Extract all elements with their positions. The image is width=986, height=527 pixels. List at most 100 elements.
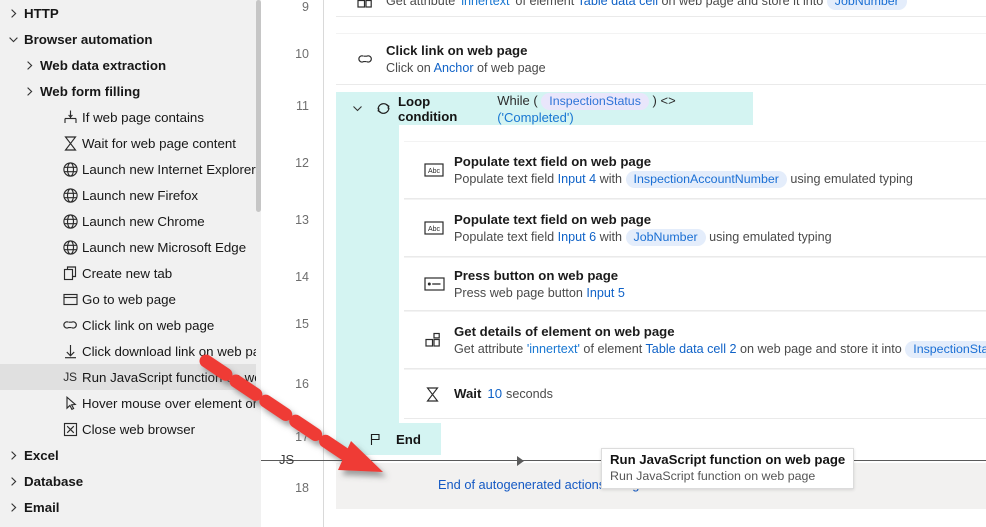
- chevron-right-icon[interactable]: [2, 502, 24, 513]
- sidebar-item-web-data-extraction[interactable]: Web data extraction: [0, 52, 261, 78]
- sidebar-item-run-javascript-function-on-web[interactable]: JSRun JavaScript function on web…: [0, 364, 261, 390]
- sidebar-item-launch-new-chrome[interactable]: Launch new Chrome: [0, 208, 261, 234]
- loop-title: Loop condition: [398, 94, 492, 124]
- drag-drop-caret-icon: [516, 455, 528, 470]
- variable-chip[interactable]: JobNumber: [626, 229, 706, 246]
- loop-condition-variable[interactable]: InspectionStatus: [541, 93, 649, 110]
- wait-duration-unit: seconds: [506, 387, 553, 401]
- chevron-right-icon[interactable]: [2, 8, 24, 19]
- loop-condition-header[interactable]: Loop condition While ( InspectionStatus …: [336, 92, 753, 125]
- chevron-right-icon[interactable]: [18, 60, 40, 71]
- action-title: Populate text field on web page: [454, 153, 986, 170]
- variable-chip[interactable]: InspectionStatus: [905, 341, 986, 358]
- element-link[interactable]: Input 6: [558, 230, 597, 244]
- chevron-right-icon[interactable]: [2, 476, 24, 487]
- sidebar-item-click-download-link-on-web-page[interactable]: Click download link on web page: [0, 338, 261, 364]
- action-row[interactable]: AbcPopulate text field on web pagePopula…: [404, 199, 986, 257]
- sidebar-item-label: Launch new Firefox: [82, 188, 198, 203]
- press-button-icon: [424, 277, 454, 291]
- loop-condition-operator: ) <>: [653, 93, 676, 108]
- drag-tooltip-title: Run JavaScript function on web page: [610, 452, 845, 468]
- abc-icon: Abc: [424, 221, 454, 235]
- sidebar-item-database[interactable]: Database: [0, 468, 261, 494]
- desc-text: using emulated typing: [787, 172, 913, 186]
- sidebar-item-label: Web data extraction: [40, 58, 166, 73]
- chevron-right-icon[interactable]: [18, 86, 40, 97]
- sidebar-item-web-form-filling[interactable]: Web form filling: [0, 78, 261, 104]
- action-title-text: Press button on web page: [454, 268, 618, 283]
- sidebar-item-hover-mouse-over-element-on[interactable]: Hover mouse over element on…: [0, 390, 261, 416]
- action-row[interactable]: Get attribute 'innertext' of element Tab…: [336, 0, 986, 17]
- desc-text: of web page: [474, 61, 546, 75]
- sidebar-item-wait-for-web-page-content[interactable]: Wait for web page content: [0, 130, 261, 156]
- element-link[interactable]: Input 4: [558, 172, 597, 186]
- chevron-down-icon[interactable]: [346, 103, 368, 114]
- flow-workspace[interactable]: 9101112131415161718 Loop condition: [261, 0, 986, 527]
- wait-duration-value[interactable]: 10: [487, 386, 502, 401]
- loop-icon: [368, 100, 398, 117]
- desc-text: of element: [580, 342, 646, 356]
- sidebar-item-go-to-web-page[interactable]: Go to web page: [0, 286, 261, 312]
- sidebar-item-excel[interactable]: Excel: [0, 442, 261, 468]
- sidebar-item-label: Create new tab: [82, 266, 172, 281]
- element-link[interactable]: Anchor: [434, 61, 474, 75]
- window-icon: [58, 291, 82, 308]
- action-body: Populate text field on web pagePopulate …: [454, 211, 986, 246]
- element-link[interactable]: Input 5: [586, 286, 625, 300]
- loop-condition-expression: While ( InspectionStatus ) <> ('Complete…: [497, 93, 753, 125]
- action-row[interactable]: AbcPopulate text field on web pagePopula…: [404, 141, 986, 199]
- sidebar-item-label: Launch new Chrome: [82, 214, 205, 229]
- hourglass-icon: [58, 135, 82, 152]
- element-link[interactable]: Table data cell: [578, 0, 659, 8]
- sidebar-item-label: Close web browser: [82, 422, 195, 437]
- variable-chip[interactable]: JobNumber: [827, 0, 907, 10]
- variable-chip[interactable]: InspectionAccountNumber: [626, 171, 787, 188]
- sidebar-item-browser-automation[interactable]: Browser automation: [0, 26, 261, 52]
- sidebar-item-launch-new-microsoft-edge[interactable]: Launch new Microsoft Edge: [0, 234, 261, 260]
- chevron-right-icon[interactable]: [2, 450, 24, 461]
- action-row[interactable]: Wait10seconds: [404, 369, 986, 419]
- desc-text: Click on: [386, 61, 434, 75]
- svg-text:Abc: Abc: [428, 168, 441, 175]
- desc-text: using emulated typing: [706, 230, 832, 244]
- sidebar-item-http[interactable]: HTTP: [0, 0, 261, 26]
- sidebar-item-create-new-tab[interactable]: Create new tab: [0, 260, 261, 286]
- desc-text: with: [596, 172, 625, 186]
- globe-icon: [58, 239, 82, 256]
- action-row[interactable]: Press button on web pagePress web page b…: [404, 257, 986, 311]
- actions-tree[interactable]: HTTPBrowser automation Web data extractio…: [0, 0, 261, 527]
- action-body: Get details of element on web pageGet at…: [454, 323, 986, 358]
- sidebar-item-if-web-page-contains[interactable]: If web page contains: [0, 104, 261, 130]
- sidebar-item-exchange[interactable]: Exchange: [0, 520, 261, 527]
- sidebar-item-email[interactable]: Email: [0, 494, 261, 520]
- sidebar-item-launch-new-internet-explorer[interactable]: Launch new Internet Explorer: [0, 156, 261, 182]
- action-description: Populate text field Input 6 with JobNumb…: [454, 228, 986, 246]
- action-title: Get details of element on web page: [454, 323, 986, 340]
- sidebar-item-close-web-browser[interactable]: Close web browser: [0, 416, 261, 442]
- desc-text: Get attribute: [386, 0, 459, 8]
- power-automate-desktop-flow-designer: HTTPBrowser automation Web data extractio…: [0, 0, 986, 527]
- loop-end-row[interactable]: End: [336, 423, 441, 455]
- desc-text: on web page and store it into: [737, 342, 906, 356]
- sidebar-item-launch-new-firefox[interactable]: Launch new Firefox: [0, 182, 261, 208]
- sidebar-item-click-link-on-web-page[interactable]: Click link on web page: [0, 312, 261, 338]
- line-number: 10: [279, 47, 309, 61]
- sidebar-item-label: Go to web page: [82, 292, 176, 307]
- element-link[interactable]: Table data cell 2: [646, 342, 737, 356]
- action-row[interactable]: Click link on web pageClick on Anchor of…: [336, 33, 986, 85]
- desc-text: on web page and store it into: [658, 0, 827, 8]
- chevron-down-icon[interactable]: [2, 34, 24, 45]
- actions-sidebar[interactable]: HTTPBrowser automation Web data extractio…: [0, 0, 261, 527]
- globe-icon: [58, 213, 82, 230]
- action-body: Wait10seconds: [454, 385, 986, 403]
- literal-value: 'innertext': [459, 0, 512, 8]
- desc-text: Populate text field: [454, 172, 558, 186]
- sidebar-item-label: Wait for web page content: [82, 136, 236, 151]
- line-number: 9: [279, 0, 309, 14]
- sidebar-item-label: Web form filling: [40, 84, 140, 99]
- drag-tooltip: Run JavaScript function on web page Run …: [601, 448, 854, 489]
- action-row[interactable]: Get details of element on web pageGet at…: [404, 311, 986, 369]
- action-body: Populate text field on web page Populate …: [454, 153, 986, 188]
- line-number-gutter: 9101112131415161718: [261, 0, 324, 527]
- desc-text: of element: [512, 0, 578, 8]
